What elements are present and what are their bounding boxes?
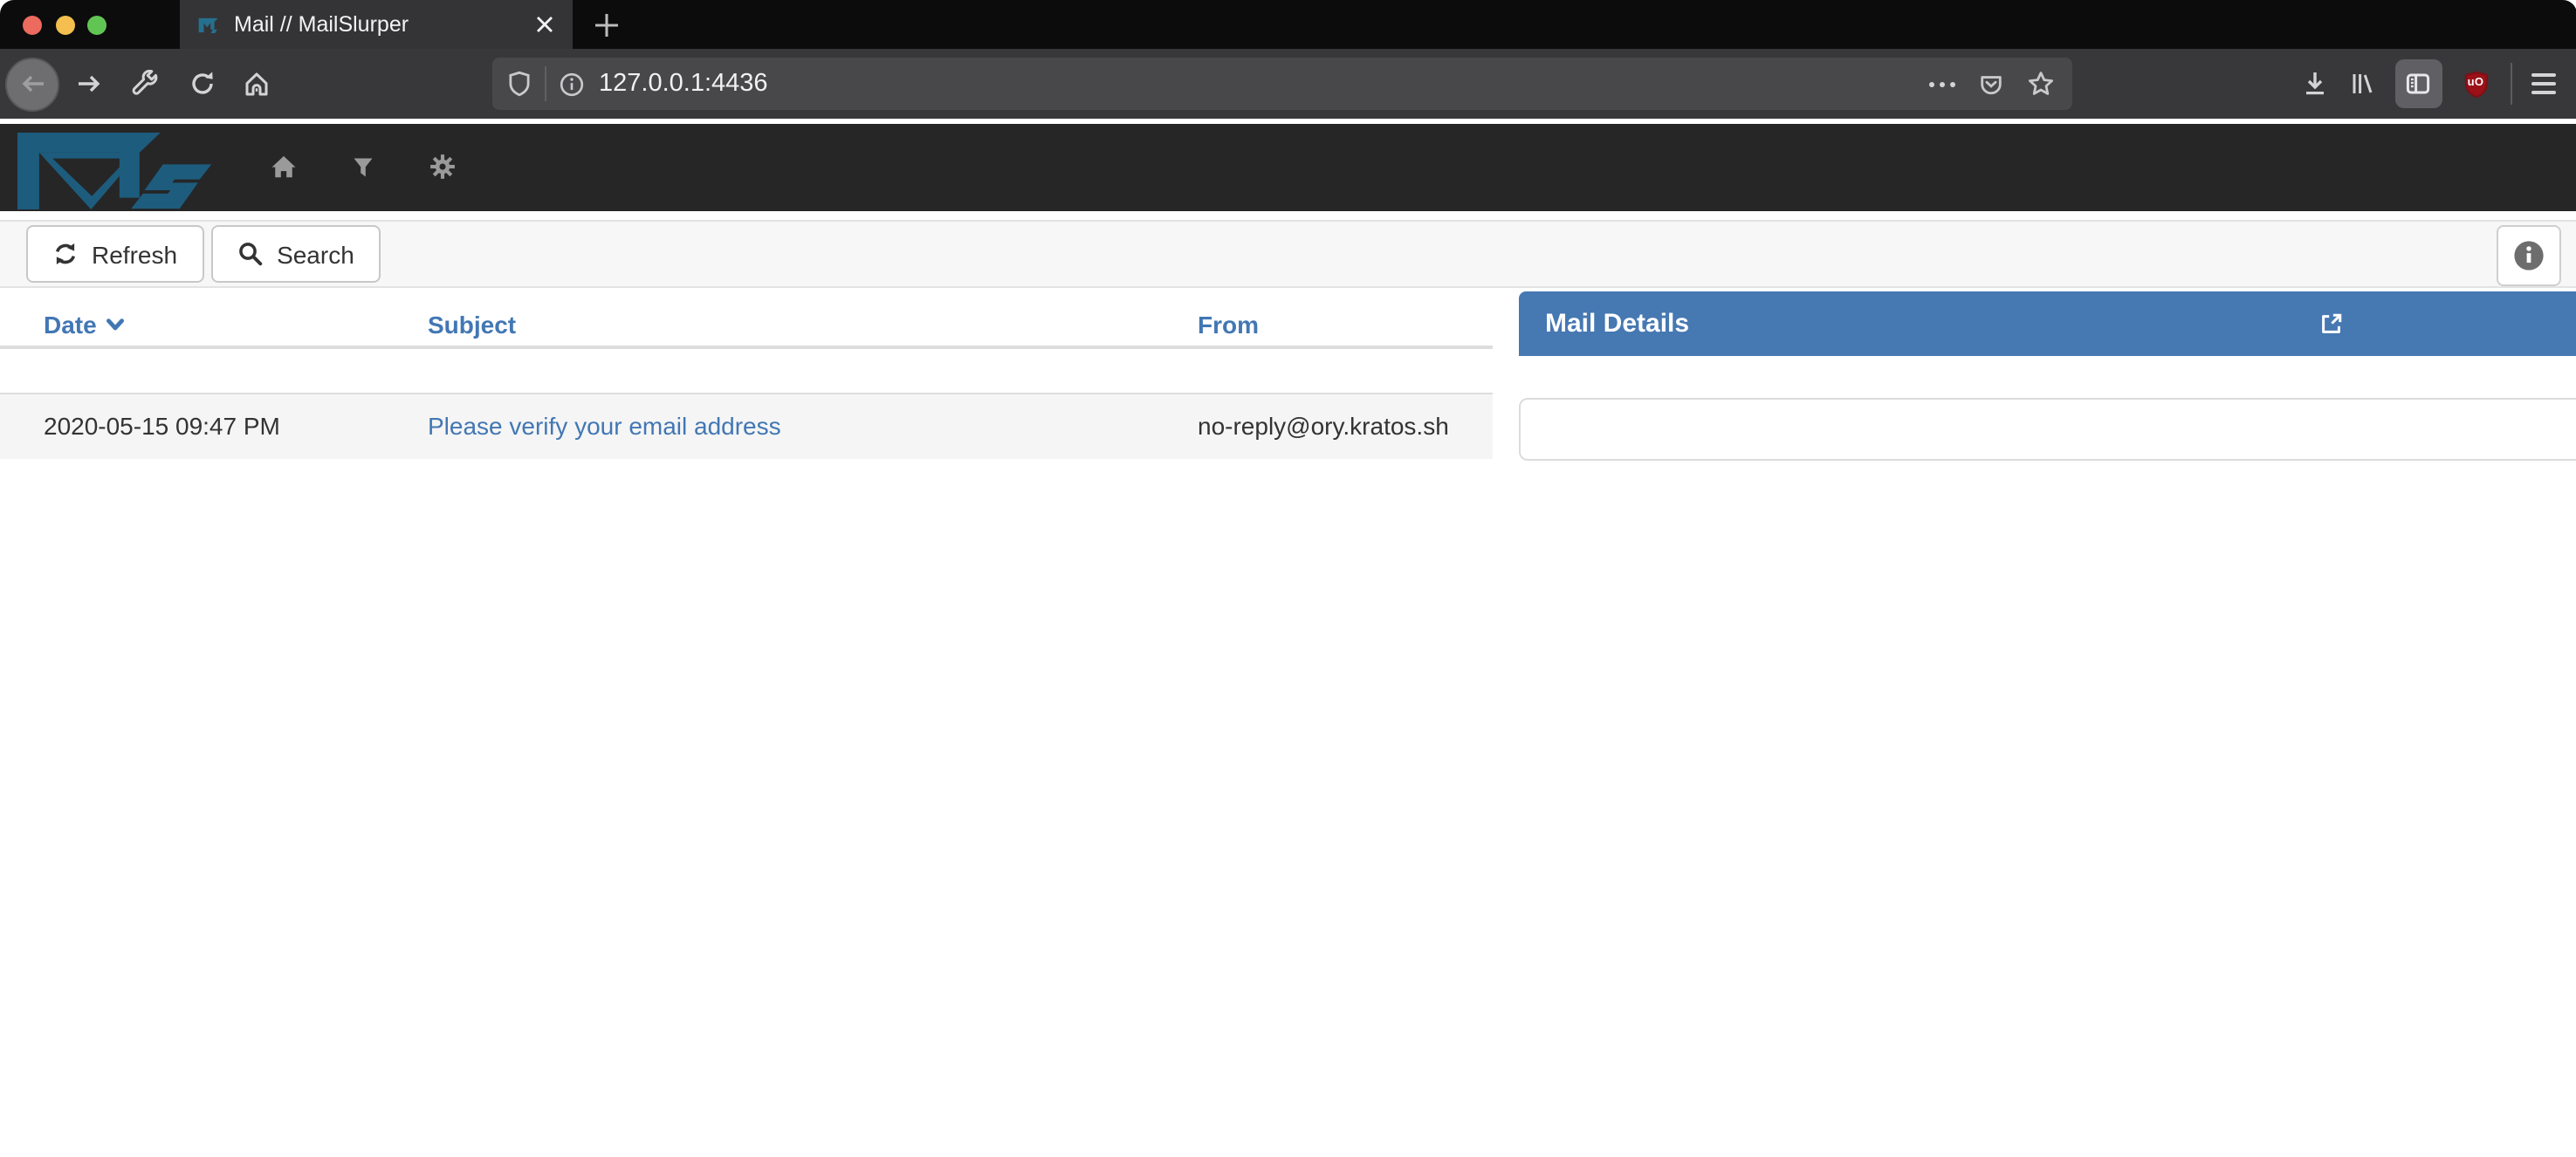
urlbar-divider bbox=[545, 66, 546, 101]
site-info-icon[interactable] bbox=[559, 71, 585, 97]
bookmark-star-icon[interactable] bbox=[2027, 70, 2055, 98]
search-button-label: Search bbox=[277, 240, 354, 268]
url-text[interactable]: 127.0.0.1:4436 bbox=[599, 70, 1929, 98]
ublock-origin-icon[interactable]: uO bbox=[2461, 69, 2490, 99]
fullscreen-window-button[interactable] bbox=[87, 15, 106, 34]
page-actions-icon[interactable] bbox=[1929, 81, 1955, 86]
open-details-external-icon[interactable] bbox=[2318, 311, 2345, 337]
mail-details-title: Mail Details bbox=[1545, 309, 2318, 339]
browser-nav-toolbar: 127.0.0.1:4436 bbox=[0, 49, 2576, 119]
date-header-label: Date bbox=[44, 311, 97, 339]
minimize-window-button[interactable] bbox=[55, 15, 74, 34]
mail-details-header: Mail Details bbox=[1519, 291, 2576, 356]
back-button[interactable] bbox=[5, 57, 59, 111]
app-filter-icon[interactable] bbox=[351, 154, 375, 179]
wrench-icon[interactable] bbox=[131, 70, 159, 98]
reload-button[interactable] bbox=[189, 70, 216, 98]
mail-row-from: no-reply@ory.kratos.sh bbox=[1154, 413, 1492, 441]
mail-row-date: 2020-05-15 09:47 PM bbox=[0, 413, 384, 441]
column-header-date[interactable]: Date bbox=[0, 311, 384, 339]
mailslurper-logo[interactable] bbox=[17, 130, 215, 210]
home-button[interactable] bbox=[243, 70, 271, 98]
mail-row-subject-link[interactable]: Please verify your email address bbox=[428, 413, 781, 441]
from-header-label: From bbox=[1198, 311, 1259, 339]
app-settings-gear-icon[interactable] bbox=[429, 154, 456, 180]
mail-list-header: Date Subject From bbox=[0, 304, 1492, 348]
tab-close-icon[interactable] bbox=[531, 10, 559, 38]
new-tab-button[interactable] bbox=[583, 0, 629, 49]
browser-window: Mail // MailSlurper bbox=[0, 0, 2576, 1157]
info-button[interactable] bbox=[2496, 224, 2560, 285]
tracking-shield-icon[interactable] bbox=[506, 70, 532, 98]
browser-tab-bar: Mail // MailSlurper bbox=[0, 0, 2576, 49]
menu-hamburger-icon[interactable] bbox=[2531, 73, 2555, 95]
mail-list-empty-row bbox=[0, 348, 1492, 393]
toolbar-right-icons: uO bbox=[2300, 49, 2576, 119]
sort-desc-chevron-icon bbox=[106, 314, 127, 335]
url-bar[interactable]: 127.0.0.1:4436 bbox=[492, 58, 2072, 110]
mail-row[interactable]: 2020-05-15 09:47 PM Please verify your e… bbox=[0, 393, 1492, 458]
mailslurper-navbar bbox=[0, 123, 2576, 210]
page-content: Refresh Search Date Subject Fr bbox=[0, 119, 2576, 1157]
refresh-button[interactable]: Refresh bbox=[25, 225, 203, 283]
ublock-label: uO bbox=[2461, 76, 2490, 88]
tab-title: Mail // MailSlurper bbox=[234, 12, 520, 37]
toolbar-divider bbox=[2510, 63, 2511, 105]
column-header-subject[interactable]: Subject bbox=[384, 311, 1154, 339]
browser-tab-mailslurper[interactable]: Mail // MailSlurper bbox=[180, 0, 573, 49]
action-toolbar: Refresh Search bbox=[0, 220, 2576, 288]
mail-list: Date Subject From 2020-05-15 09:47 PM Pl… bbox=[0, 304, 1492, 458]
app-home-icon[interactable] bbox=[271, 154, 297, 180]
pocket-icon[interactable] bbox=[1978, 71, 2004, 97]
forward-button[interactable] bbox=[75, 70, 103, 98]
window-controls bbox=[23, 15, 106, 34]
downloads-icon[interactable] bbox=[2300, 70, 2328, 98]
column-header-from[interactable]: From bbox=[1154, 311, 1492, 339]
close-window-button[interactable] bbox=[23, 15, 42, 34]
refresh-button-label: Refresh bbox=[92, 240, 177, 268]
search-button[interactable]: Search bbox=[210, 225, 381, 283]
subject-header-label: Subject bbox=[428, 311, 516, 339]
mail-details-empty-box bbox=[1518, 397, 2576, 460]
sidebar-toggle-button[interactable] bbox=[2394, 59, 2442, 108]
mailslurper-favicon-icon bbox=[197, 13, 220, 36]
library-icon[interactable] bbox=[2347, 70, 2375, 98]
